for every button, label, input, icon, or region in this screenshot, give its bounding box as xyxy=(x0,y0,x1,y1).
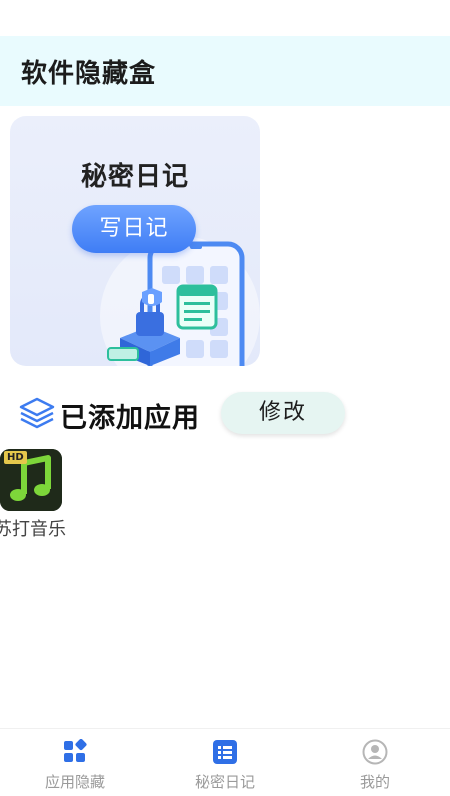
edit-button[interactable]: 修改 xyxy=(221,392,345,434)
user-icon xyxy=(362,739,388,765)
write-diary-button[interactable]: 写日记 xyxy=(72,205,196,253)
added-apps-header: 已添加应用 修改 xyxy=(18,392,438,438)
app-name: 苏打音乐 xyxy=(0,519,66,540)
grid-icon xyxy=(64,739,87,762)
tab-secret-diary[interactable]: 秘密日记 xyxy=(150,729,300,796)
tab-label: 秘密日记 xyxy=(194,773,255,791)
hd-badge: HD xyxy=(4,451,27,464)
diary-card-title: 秘密日记 xyxy=(80,162,189,192)
secret-diary-card[interactable]: 秘密日记 写日记 xyxy=(10,116,260,366)
page-title: 软件隐藏盒 xyxy=(21,59,157,89)
bottom-tab-bar: 应用隐藏 秘密日记 我的 xyxy=(0,728,450,796)
app-screen: 软件隐藏盒 秘密日记 写日记 已添加应用 修改 HD 苏打音乐 应用隐藏 秘密日… xyxy=(0,0,450,796)
top-header: 软件隐藏盒 xyxy=(0,36,450,106)
layers-icon xyxy=(19,397,55,429)
tab-label: 我的 xyxy=(359,773,390,791)
app-item[interactable]: HD 苏打音乐 xyxy=(0,449,76,541)
tab-app-hide[interactable]: 应用隐藏 xyxy=(0,729,150,796)
list-icon xyxy=(213,740,237,764)
tab-label: 应用隐藏 xyxy=(44,773,105,791)
section-title: 已添加应用 xyxy=(60,403,200,434)
tab-mine[interactable]: 我的 xyxy=(300,729,450,796)
app-icon[interactable]: HD xyxy=(0,449,62,511)
